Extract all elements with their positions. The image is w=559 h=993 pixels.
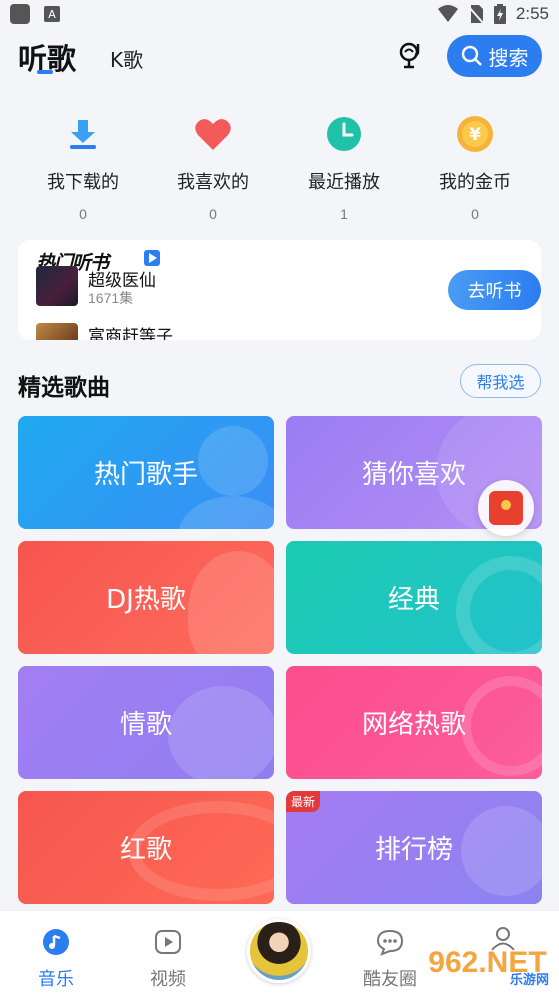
quick-label: 我的金币 <box>439 172 511 193</box>
nav-label: 音乐 <box>38 969 74 990</box>
tile-love-songs[interactable]: 情歌 <box>18 666 274 779</box>
tile-classics[interactable]: 经典 <box>286 541 542 654</box>
quick-item-favorites[interactable]: 我喜欢的 0 <box>148 110 278 222</box>
nav-video[interactable]: 视频 <box>128 911 208 991</box>
no-sim-icon <box>468 5 484 24</box>
search-label: 搜索 <box>488 45 529 70</box>
quick-access-row: 我下载的 0 我喜欢的 0 最近播放 1 ¥ 我的金币 0 <box>0 110 559 225</box>
tile-label: 猜你喜欢 <box>361 460 466 490</box>
battery-icon <box>493 4 506 24</box>
help-me-choose-button[interactable]: 帮我选 <box>460 364 541 398</box>
tile-label: 经典 <box>387 585 440 615</box>
tile-label: 排行榜 <box>374 835 453 865</box>
download-icon <box>70 120 96 149</box>
search-icon <box>461 45 482 66</box>
coin-icon: ¥ <box>457 116 493 152</box>
tile-label: 热门歌手 <box>93 460 198 490</box>
tile-hot-singers[interactable]: 热门歌手 <box>18 416 274 529</box>
section-title: 精选歌曲 <box>18 375 110 401</box>
quick-item-coins[interactable]: ¥ 我的金币 0 <box>410 110 540 222</box>
quick-item-downloads[interactable]: 我下载的 0 <box>18 110 148 222</box>
quick-count: 1 <box>340 206 348 222</box>
nav-music[interactable]: 音乐 <box>16 911 96 991</box>
active-tab-indicator <box>37 70 53 74</box>
status-bar: A 2:55 <box>0 0 559 28</box>
quick-count: 0 <box>209 206 217 222</box>
tile-charts[interactable]: 最新 排行榜 <box>286 791 542 904</box>
clock-time: 2:55 <box>515 4 549 23</box>
video-play-icon <box>155 930 181 954</box>
now-playing-avatar[interactable] <box>247 919 311 983</box>
quick-label: 我下载的 <box>47 172 119 193</box>
nav-friends-circle[interactable]: 酷友圈 <box>350 911 430 991</box>
red-packet-floating-button[interactable] <box>478 480 534 536</box>
app-notification-icon <box>10 4 30 24</box>
next-book-cover-image <box>36 323 78 340</box>
tile-label: DJ热歌 <box>106 585 186 615</box>
quick-item-recent[interactable]: 最近播放 1 <box>279 110 409 222</box>
microphone-recognize-icon[interactable] <box>396 39 428 71</box>
nav-label: 视频 <box>150 969 186 990</box>
nav-label: 酷友圈 <box>363 969 417 990</box>
heart-icon <box>195 119 231 150</box>
watermark-subtext: 乐游网 <box>509 973 549 988</box>
keyboard-notification-icon: A <box>44 6 60 22</box>
red-envelope-icon <box>489 491 523 525</box>
quick-count: 0 <box>79 206 87 222</box>
audiobook-card[interactable]: 热门听书 超级医仙 1671集 富商赶等子 去听书 <box>18 240 541 340</box>
chat-bubble-icon <box>376 929 404 956</box>
book-episodes: 1671集 <box>88 290 134 306</box>
svg-text:¥: ¥ <box>469 125 481 145</box>
quick-label: 最近播放 <box>308 172 380 193</box>
play-badge-icon <box>144 250 160 266</box>
tile-dj-hits[interactable]: DJ热歌 <box>18 541 274 654</box>
tile-label: 情歌 <box>119 710 172 740</box>
book-cover-image <box>36 266 78 306</box>
search-button[interactable]: 搜索 <box>447 35 542 77</box>
quick-count: 0 <box>471 206 479 222</box>
listen-book-button[interactable]: 去听书 <box>448 270 541 310</box>
tile-red-songs[interactable]: 红歌 <box>18 791 274 904</box>
music-note-icon <box>43 929 69 955</box>
quick-label: 我喜欢的 <box>177 172 249 193</box>
tile-label: 红歌 <box>119 835 172 865</box>
new-badge: 最新 <box>286 791 321 812</box>
tile-label: 网络热歌 <box>361 710 466 740</box>
header: 听歌 K歌 搜索 <box>0 30 559 90</box>
tab-karaoke[interactable]: K歌 <box>110 44 143 73</box>
next-book-title: 富商赶等子 <box>88 327 173 340</box>
tile-internet-hits[interactable]: 网络热歌 <box>286 666 542 779</box>
watermark-logo: 962.NET 乐游网 <box>420 935 555 990</box>
wifi-icon <box>437 5 458 22</box>
clock-icon <box>327 117 361 151</box>
